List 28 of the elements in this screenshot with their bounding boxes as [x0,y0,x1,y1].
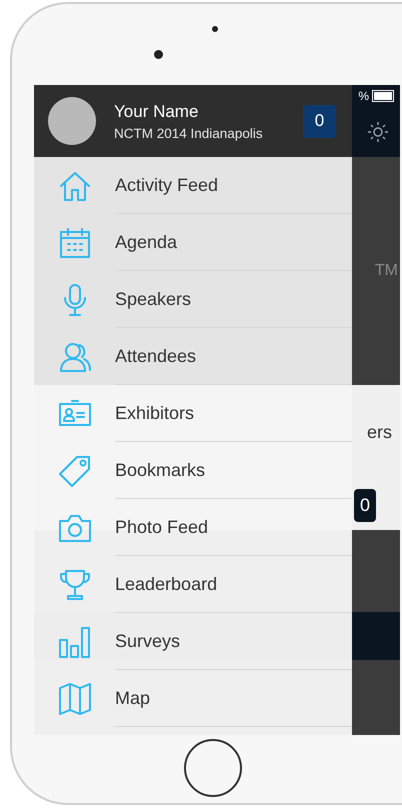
settings-icon [366,120,390,144]
camera-dot [154,50,163,59]
menu-item[interactable]: Map [34,670,352,727]
speaker-dot [212,26,218,32]
menu-item[interactable]: Attendees [34,328,352,385]
battery-percent: % [358,89,369,103]
trophy-icon [58,568,92,602]
menu-item[interactable]: Speakers [34,271,352,328]
notification-count: 0 [354,488,376,522]
menu-item[interactable]: Leaderboard [34,556,352,613]
map-icon [58,682,92,716]
menu-item[interactable]: Activity Feed [34,157,352,214]
avatar [48,97,96,145]
menu-item[interactable]: Surveys [34,613,352,670]
user-name: Your Name [114,102,200,122]
bar-chart-icon [58,624,92,658]
stat-label: ers [366,422,392,443]
battery-icon [372,90,394,102]
menu-item[interactable]: Exhibitors [34,385,352,442]
tag-icon [58,454,92,488]
title-text: TM [374,262,398,280]
notification-count: 0 [303,104,336,138]
menu-item[interactable]: Agenda [34,214,352,271]
menu-item[interactable]: Bookmarks [34,442,352,499]
home-button[interactable] [184,739,242,797]
event-name: NCTM 2014 Indianapolis [114,126,264,140]
calendar-icon [58,226,92,260]
menu-item[interactable]: Photo Feed [34,499,352,556]
